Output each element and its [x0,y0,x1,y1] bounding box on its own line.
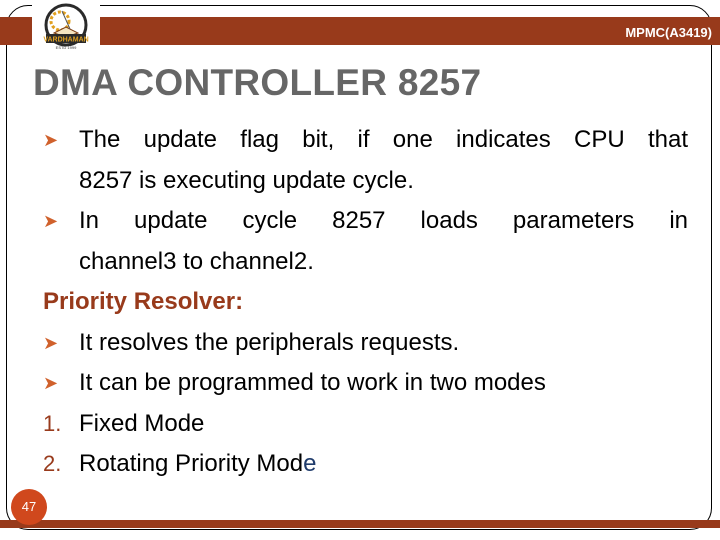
bullet-text: channel3 to channel2. [79,247,314,275]
bullet-text: The update flag bit, if one indicates CP… [79,126,688,153]
bullet-item: ➤ The update flag bit, if one indicates … [43,120,688,201]
bullet-text: In update cycle 8257 loads parameters in [79,207,688,234]
arrow-bullet-icon: ➤ [43,130,59,150]
footer-bar [0,520,720,528]
page-number-badge: 47 [11,489,47,525]
course-code: MPMC(A3419) [625,25,712,40]
list-number: 2. [43,451,62,476]
svg-text:VARDHAMAN: VARDHAMAN [43,37,88,44]
bullet-text: It can be programmed to work in two mode… [79,369,546,396]
numbered-text: Fixed Mode [79,409,205,437]
numbered-item: 2. Rotating Priority Mode [43,444,688,485]
logo-emblem-icon: VARDHAMAN ESTD 1999 [43,3,89,50]
numbered-item: 1. Fixed Mode [43,404,688,445]
arrow-bullet-icon: ➤ [43,332,59,353]
list-number: 1. [43,410,62,436]
bullet-item: ➤ It can be programmed to work in two mo… [43,363,688,404]
arrow-bullet-icon: ➤ [43,211,59,231]
bullet-text: 8257 is executing update cycle. [79,166,414,194]
numbered-text-tail: e [303,450,317,477]
numbered-text: Rotating Priority Mod [79,450,304,477]
header-bar [0,17,720,45]
slide-title: DMA CONTROLLER 8257 [33,62,482,103]
bullet-text: It resolves the peripherals requests. [79,328,460,356]
bullet-item: ➤ It resolves the peripherals requests. [43,323,688,364]
college-logo: VARDHAMAN ESTD 1999 [32,3,100,51]
slide-content: ➤ The update flag bit, if one indicates … [43,120,688,485]
arrow-bullet-icon: ➤ [43,373,59,393]
svg-text:ESTD 1999: ESTD 1999 [56,45,77,50]
bullet-item: ➤ In update cycle 8257 loads parameters … [43,201,688,282]
section-heading: Priority Resolver: [43,288,244,315]
